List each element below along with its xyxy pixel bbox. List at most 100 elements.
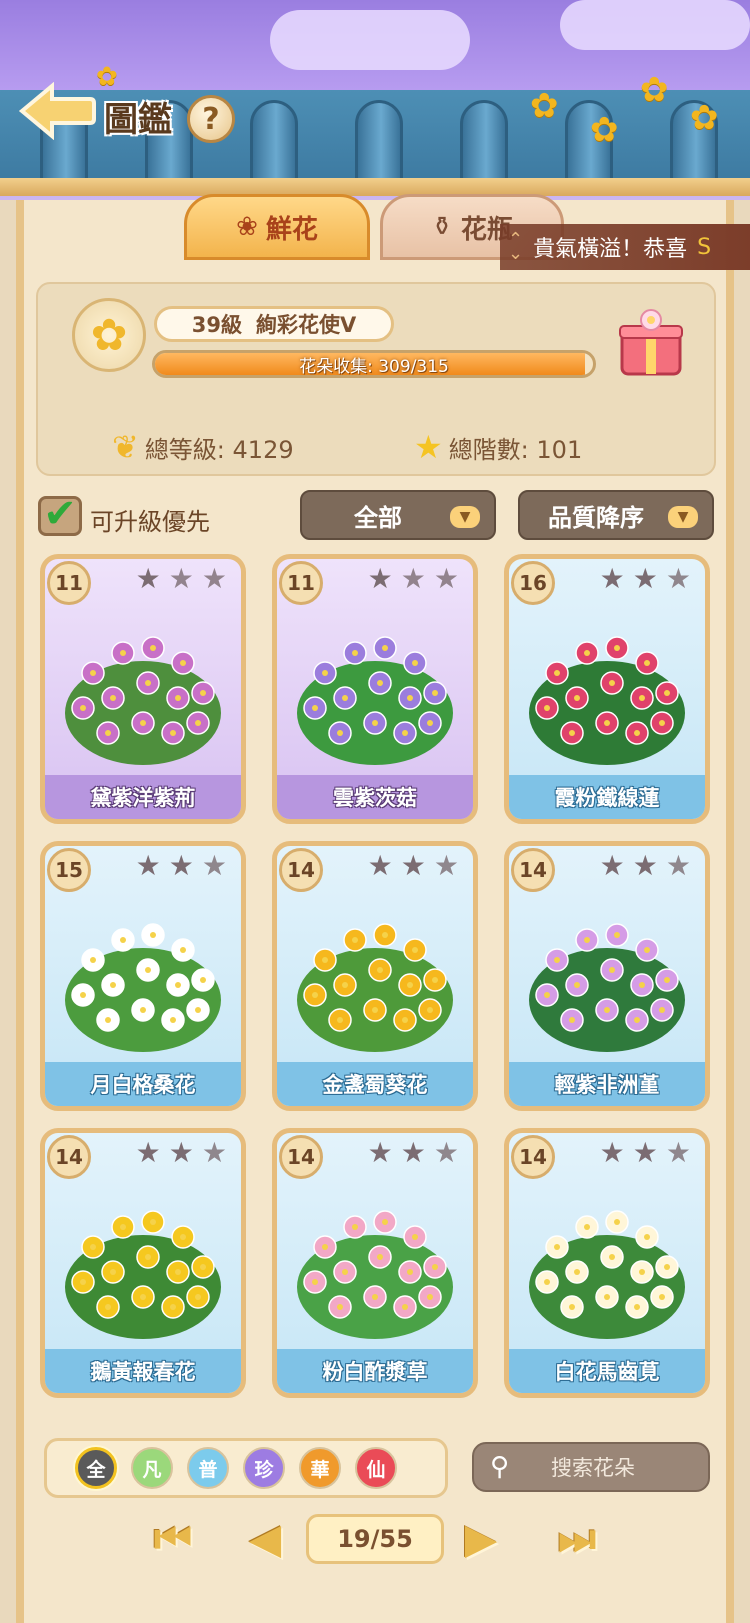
star-icon: ★: [599, 849, 625, 882]
star-icon: ★: [433, 849, 459, 882]
card-stars: ★ ★ ★: [136, 1139, 227, 1167]
star-icon: ★: [599, 1136, 625, 1169]
flower-card[interactable]: 11 ★ ★ ★ 黛紫洋紫荊: [40, 554, 246, 824]
total-level-text: 總等級: 4129: [144, 435, 294, 464]
rose-icon: ❀: [236, 212, 258, 242]
star-icon: ★: [367, 562, 393, 595]
flower-illustration: [297, 636, 453, 765]
flower-illustration: [65, 1210, 221, 1339]
prev-page-button[interactable]: ◀: [236, 1512, 294, 1566]
category-value: 全部: [354, 503, 402, 532]
card-level-badge: 14: [279, 1135, 323, 1179]
flower-emblem-icon: ✿: [72, 298, 146, 372]
star-icon: ★: [201, 562, 227, 595]
ticker-tail: S: [697, 234, 712, 260]
flower-card[interactable]: 16 ★ ★ ★ 霞粉鐵線蓮: [504, 554, 710, 824]
quality-chip[interactable]: 凡: [131, 1447, 173, 1489]
flower-card[interactable]: 14 ★ ★ ★ 鵝黃報春花: [40, 1128, 246, 1398]
flower-card[interactable]: 14 ★ ★ ★ 金盞蜀葵花: [272, 841, 478, 1111]
card-stars: ★ ★ ★: [136, 565, 227, 593]
quality-chip[interactable]: 華: [299, 1447, 341, 1489]
search-button[interactable]: ⚲ 搜索花朵: [472, 1442, 710, 1492]
quality-chip[interactable]: 普: [187, 1447, 229, 1489]
card-level-badge: 11: [47, 561, 91, 605]
quality-chip[interactable]: 全: [75, 1447, 117, 1489]
quality-chip[interactable]: 珍: [243, 1447, 285, 1489]
collection-progress: 花朵收集: 309/315: [152, 350, 596, 378]
quality-chip[interactable]: 仙: [355, 1447, 397, 1489]
flower-card[interactable]: 14 ★ ★ ★ 粉白酢漿草: [272, 1128, 478, 1398]
rank-title: 絢彩花使V: [255, 313, 357, 337]
announcement-ticker: ⌃ ⌄ 貴氣橫溢！恭喜 S: [500, 224, 750, 270]
ticker-arrows-icon: ⌃ ⌄: [508, 229, 524, 264]
star-icon: ★: [367, 1136, 393, 1169]
card-name: 黛紫洋紫荊: [45, 775, 241, 819]
flower-illustration: [65, 923, 221, 1052]
help-icon[interactable]: ?: [187, 95, 235, 143]
card-stars: ★ ★ ★: [600, 565, 691, 593]
collection-progress-label: 花朵收集: 309/315: [299, 356, 449, 377]
card-name: 白花馬齒莧: [509, 1349, 705, 1393]
star-icon: ★: [632, 849, 658, 882]
category-dropdown[interactable]: 全部 ▼: [300, 490, 496, 540]
cloud: [560, 0, 750, 50]
next-page-button[interactable]: ▶: [452, 1512, 510, 1566]
flower-card[interactable]: 11 ★ ★ ★ 雲紫茨菇: [272, 554, 478, 824]
card-name: 鵝黃報春花: [45, 1349, 241, 1393]
sort-value: 品質降序: [548, 503, 644, 532]
star-icon: ★: [632, 1136, 658, 1169]
star-icon: ★: [168, 562, 194, 595]
flower-card[interactable]: 14 ★ ★ ★ 白花馬齒莧: [504, 1128, 710, 1398]
gift-box-icon[interactable]: [616, 304, 686, 378]
blossom-icon: ✿: [96, 62, 118, 92]
star-icon: ★: [168, 849, 194, 882]
sprout-icon: ❦: [112, 428, 139, 466]
card-name: 霞粉鐵線蓮: [509, 775, 705, 819]
blossom-icon: ✿: [640, 70, 669, 110]
card-level-badge: 15: [47, 848, 91, 892]
upgrade-first-checkbox[interactable]: ✔: [38, 494, 82, 536]
flower-card[interactable]: 14 ★ ★ ★ 輕紫非洲堇: [504, 841, 710, 1111]
star-icon: ★: [665, 562, 691, 595]
chevron-down-icon: ▼: [668, 506, 698, 528]
card-level-badge: 16: [511, 561, 555, 605]
star-icon: ★: [400, 562, 426, 595]
search-icon: ⚲: [490, 1452, 510, 1482]
card-name: 輕紫非洲堇: [509, 1062, 705, 1106]
star-icon: ★: [414, 428, 443, 466]
flower-illustration: [297, 923, 453, 1052]
card-level-badge: 14: [511, 1135, 555, 1179]
star-icon: ★: [135, 562, 161, 595]
card-stars: ★ ★ ★: [368, 565, 459, 593]
first-page-button[interactable]: ⏮: [144, 1512, 202, 1566]
star-icon: ★: [400, 1136, 426, 1169]
flower-card[interactable]: 15 ★ ★ ★ 月白格桑花: [40, 841, 246, 1111]
card-stars: ★ ★ ★: [368, 1139, 459, 1167]
card-stars: ★ ★ ★: [136, 852, 227, 880]
roof-tile: [355, 100, 403, 190]
card-stars: ★ ★ ★: [368, 852, 459, 880]
upgrade-first-label: 可升級優先: [90, 508, 210, 536]
page-indicator: 19/55: [306, 1514, 444, 1564]
total-stars-stat: ★ 總階數: 101: [414, 428, 582, 466]
star-icon: ★: [665, 1136, 691, 1169]
card-level-badge: 11: [279, 561, 323, 605]
blossom-icon: ✿: [530, 86, 559, 126]
star-icon: ★: [135, 849, 161, 882]
back-arrow-icon[interactable]: [18, 82, 96, 140]
page-title: 圖鑑: [104, 100, 172, 140]
card-name: 金盞蜀葵花: [277, 1062, 473, 1106]
cloud: [270, 10, 470, 70]
star-icon: ★: [599, 562, 625, 595]
star-icon: ★: [665, 849, 691, 882]
tab-flowers[interactable]: ❀ 鮮花: [184, 194, 370, 260]
level-pill: 39級 絢彩花使V: [154, 306, 394, 342]
sort-dropdown[interactable]: 品質降序 ▼: [518, 490, 714, 540]
card-level-badge: 14: [511, 848, 555, 892]
star-icon: ★: [201, 1136, 227, 1169]
blossom-icon: ✿: [690, 98, 719, 138]
flower-illustration: [65, 636, 221, 765]
blossom-icon: ✿: [590, 110, 619, 150]
star-icon: ★: [367, 849, 393, 882]
last-page-button[interactable]: ⏭: [548, 1512, 606, 1566]
